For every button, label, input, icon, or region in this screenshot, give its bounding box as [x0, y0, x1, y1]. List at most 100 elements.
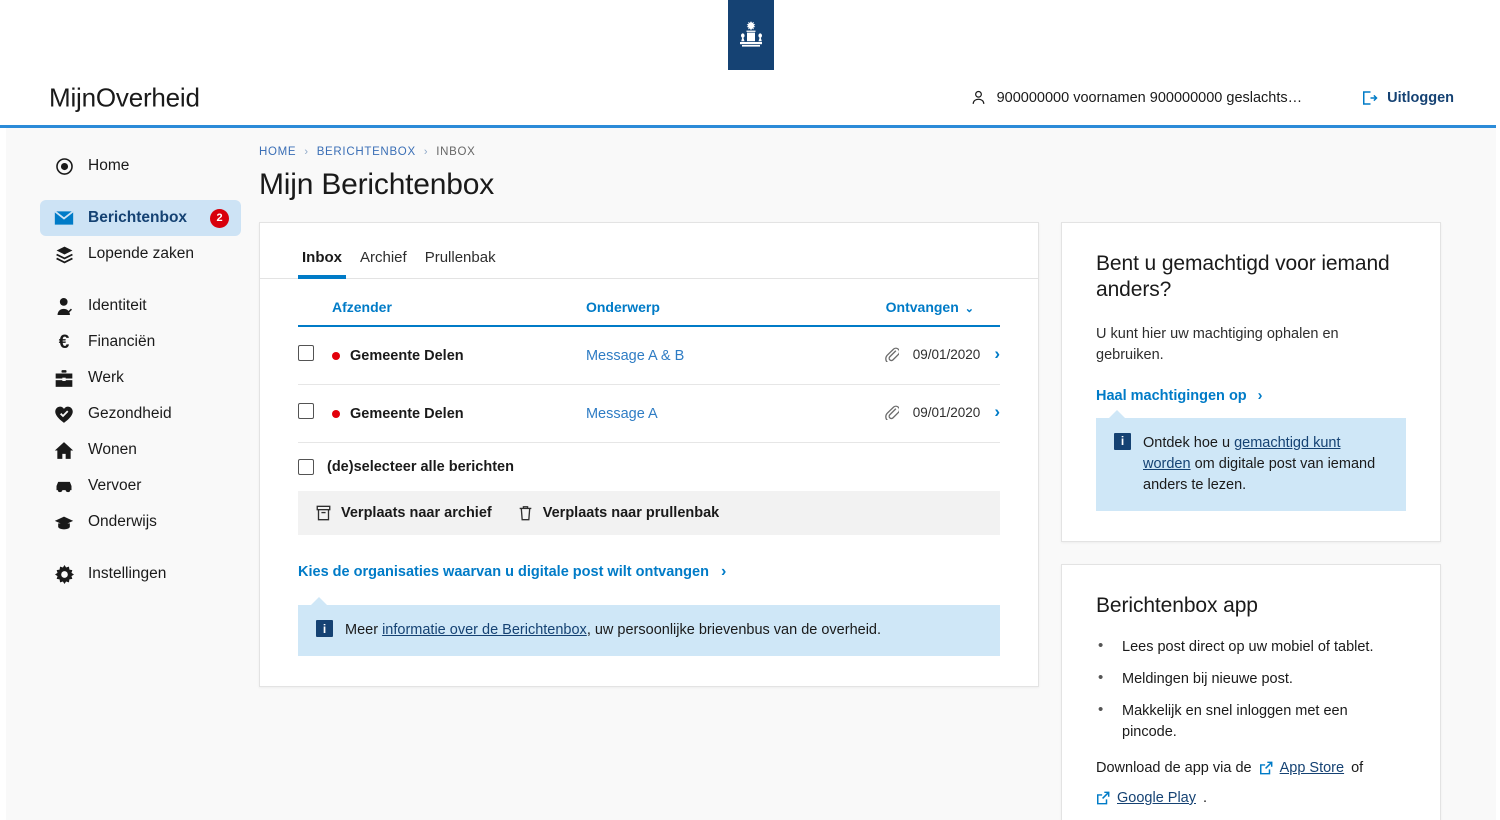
messages-table-wrap: Afzender Onderwerp Ontvangen ⌄ Gemeente …	[260, 279, 1038, 443]
tab-inbox[interactable]: Inbox	[298, 245, 346, 279]
unread-dot-icon	[332, 409, 340, 418]
archive-icon	[316, 505, 331, 521]
logout-icon	[1360, 89, 1378, 107]
sidebar-item-berichtenbox[interactable]: Berichtenbox 2	[40, 200, 241, 236]
row-received-cell: 09/01/2020 ›	[775, 384, 1000, 443]
authorization-card-body: U kunt hier uw machtiging ophalen en geb…	[1096, 325, 1339, 363]
sidebar-item-wonen[interactable]: Wonen	[40, 432, 241, 468]
paperclip-icon	[884, 404, 899, 420]
content-columns: Inbox Archief Prullenbak Afzender Onderw…	[259, 222, 1452, 820]
breadcrumb-separator: ›	[423, 146, 429, 158]
message-subject-link[interactable]: Message A	[586, 406, 658, 422]
person-icon	[970, 89, 987, 106]
user-account-chip[interactable]: 900000000 voornamen 900000000 geslachts…	[970, 89, 1302, 106]
google-play-link[interactable]: Google Play	[1117, 790, 1196, 806]
row-checkbox-cell	[298, 326, 332, 385]
choose-organisations-label: Kies de organisaties waarvan u digitale …	[298, 564, 709, 580]
info-icon: i	[316, 620, 333, 637]
info-box-link[interactable]: informatie over de Berichtenbox	[382, 622, 587, 638]
row-checkbox[interactable]	[298, 345, 314, 361]
table-row[interactable]: Gemeente Delen Message A 09/01/2020 ›	[298, 384, 1000, 443]
column-header-onderwerp[interactable]: Onderwerp	[585, 279, 776, 327]
app-header: MijnOverheid 900000000 voornamen 9000000…	[0, 70, 1496, 128]
table-header-row: Afzender Onderwerp Ontvangen ⌄	[298, 279, 1000, 327]
external-link-icon	[1259, 761, 1273, 775]
app-store-link[interactable]: App Store	[1280, 760, 1345, 776]
info-prefix: Meer	[345, 622, 383, 638]
received-group: 09/01/2020 ›	[884, 402, 1000, 422]
tab-archief[interactable]: Archief	[356, 245, 411, 278]
breadcrumb-item-home[interactable]: HOME	[259, 146, 296, 158]
sidebar-item-financien[interactable]: € Financiën	[40, 324, 241, 360]
tab-prullenbak[interactable]: Prullenbak	[421, 245, 500, 278]
sidebar-item-label: Werk	[88, 369, 124, 386]
row-checkbox-cell	[298, 384, 332, 443]
page-title: Mijn Berichtenbox	[259, 168, 495, 201]
received-date: 09/01/2020	[912, 346, 981, 362]
row-checkbox[interactable]	[298, 403, 314, 419]
sidebar-item-identiteit[interactable]: Identiteit	[40, 288, 241, 324]
chevron-right-icon[interactable]: ›	[994, 344, 1000, 364]
breadcrumb-item-berichtenbox[interactable]: BERICHTENBOX	[317, 146, 416, 158]
list-item: Meldingen bij nieuwe post.	[1096, 667, 1406, 689]
layers-icon	[54, 245, 74, 264]
sidebar-item-gezondheid[interactable]: Gezondheid	[40, 396, 241, 432]
move-to-trash-label: Verplaats naar prullenbak	[542, 505, 720, 521]
sidebar-item-home[interactable]: Home	[40, 148, 241, 184]
home-target-icon	[54, 157, 74, 176]
sidebar-item-vervoer[interactable]: Vervoer	[40, 468, 241, 504]
received-date: 09/01/2020	[912, 404, 981, 420]
bulk-action-bar: Verplaats naar archief Verplaats naar pr…	[298, 491, 1000, 535]
select-all-label: (de)selecteer alle berichten	[327, 459, 514, 475]
sidebar-item-werk[interactable]: Werk	[40, 360, 241, 396]
mailbox-tabs: Inbox Archief Prullenbak	[260, 223, 1038, 279]
brand-title: MijnOverheid	[49, 82, 200, 112]
sidebar-item-label: Wonen	[88, 441, 137, 458]
table-row[interactable]: Gemeente Delen Message A & B 09/01/2020 …	[298, 326, 1000, 385]
info-prefix: Ontdek hoe u	[1143, 434, 1235, 451]
received-group: 09/01/2020 ›	[884, 344, 1000, 364]
download-line-one: Download de app via de App Store of	[1096, 760, 1406, 776]
logo-bar	[0, 0, 1496, 70]
get-authorizations-link[interactable]: Haal machtigingen op ›	[1096, 388, 1406, 404]
chevron-right-icon[interactable]: ›	[994, 402, 1000, 422]
message-subject-link[interactable]: Message A & B	[586, 348, 684, 364]
trash-icon	[518, 505, 533, 521]
list-item: Makkelijk en snel inloggen met een pinco…	[1096, 699, 1406, 742]
graduation-cap-icon	[54, 514, 74, 531]
euro-icon: €	[58, 331, 70, 353]
sidebar-item-onderwijs[interactable]: Onderwijs	[40, 504, 241, 540]
row-received-cell: 09/01/2020 ›	[775, 326, 1000, 385]
info-box-text: Meer informatie over de Berichtenbox, uw…	[345, 620, 881, 641]
row-sender-cell: Gemeente Delen	[332, 326, 586, 385]
heart-check-icon	[54, 405, 74, 424]
app-feature-list: Lees post direct op uw mobiel of tablet.…	[1096, 635, 1406, 742]
info-suffix: , uw persoonlijke brievenbus van de over…	[586, 622, 882, 638]
app-card-title: Berichtenbox app	[1096, 593, 1258, 617]
select-all-checkbox[interactable]	[298, 459, 314, 475]
sidebar-item-label: Identiteit	[88, 297, 147, 314]
choose-organisations-link[interactable]: Kies de organisaties waarvan u digitale …	[298, 563, 1000, 581]
berichtenbox-unread-badge: 2	[210, 208, 229, 228]
column-header-afzender[interactable]: Afzender	[332, 279, 586, 327]
sender-group: Gemeente Delen	[332, 348, 586, 364]
chevron-right-icon: ›	[1257, 387, 1263, 404]
sidebar-item-label: Lopende zaken	[88, 245, 195, 262]
external-link-icon	[1096, 791, 1110, 805]
house-icon	[54, 441, 74, 460]
sidebar-item-instellingen[interactable]: Instellingen	[40, 556, 241, 592]
sidebar-item-lopende-zaken[interactable]: Lopende zaken	[40, 236, 241, 272]
column-header-ontvangen[interactable]: Ontvangen ⌄	[775, 279, 1000, 327]
move-to-archive-button[interactable]: Verplaats naar archief	[316, 505, 492, 521]
move-to-archive-label: Verplaats naar archief	[341, 505, 492, 521]
card-bottom-padding	[260, 656, 1038, 686]
paperclip-icon	[884, 346, 899, 362]
move-to-trash-button[interactable]: Verplaats naar prullenbak	[518, 505, 720, 521]
select-all-row[interactable]: (de)selecteer alle berichten	[260, 443, 1038, 475]
briefcase-icon	[54, 369, 74, 388]
body-wrapper: Home Berichtenbox 2 Lopende zaken Identi…	[0, 128, 1496, 820]
logout-button[interactable]: Uitloggen	[1360, 89, 1454, 107]
